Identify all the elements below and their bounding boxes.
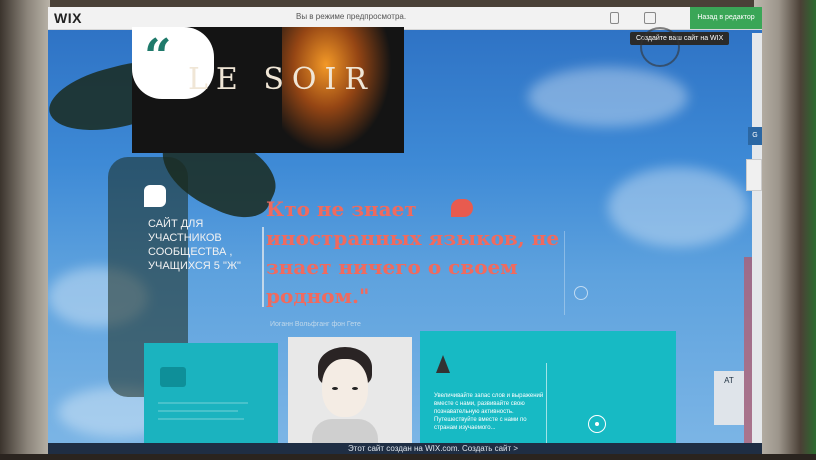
side-widget-button[interactable]: G (748, 127, 762, 145)
faded-text-line (158, 410, 238, 412)
vertical-divider (546, 363, 547, 449)
portrait-face (322, 359, 368, 417)
quote-text: Кто не знает иностранных языков, не знае… (266, 197, 560, 308)
back-to-editor-button[interactable]: Назад в редактор (690, 7, 762, 29)
circle-button-icon[interactable] (588, 415, 606, 433)
desktop-view-icon[interactable] (644, 12, 656, 24)
quote-author: Иоганн Вольфганг фон Гете (270, 321, 361, 328)
chat-bubble-icon (451, 199, 473, 217)
wix-logo[interactable]: WIX (54, 10, 82, 26)
faded-text-line (158, 418, 244, 420)
decorative-line (564, 231, 565, 315)
mobile-view-icon[interactable] (610, 12, 619, 24)
teal-info-block (144, 343, 278, 455)
faded-text-line (158, 402, 248, 404)
portrait-eye (352, 387, 358, 390)
cloud (608, 167, 748, 247)
content-block-text: Увеличивайте запас слов и выражений вмес… (434, 393, 544, 431)
site-brand-title[interactable]: LE SOIR (188, 62, 375, 97)
monitor-bezel-left (0, 0, 50, 460)
side-widget-panel[interactable] (746, 159, 762, 191)
quote-mark-icon: “ (144, 29, 172, 85)
portrait-eye (332, 387, 338, 390)
speech-bubble-icon (144, 185, 166, 207)
scrollbar[interactable] (752, 33, 762, 453)
site-description: САЙТ ДЛЯ УЧАСТНИКОВ СООБЩЕСТВА , УЧАЩИХС… (148, 218, 241, 272)
flask-icon (436, 353, 450, 373)
cloud (528, 67, 688, 127)
monitor-bezel-right (754, 0, 816, 460)
circle-decoration (640, 27, 680, 67)
preview-mode-text: Вы в режиме предпросмотра. (296, 12, 407, 21)
vertical-divider (262, 227, 264, 307)
monitor-bezel-bottom (0, 454, 816, 460)
chat-widget[interactable]: AT (714, 371, 744, 425)
portrait-photo (288, 337, 412, 455)
browser-screen: WIX Вы в режиме предпросмотра. Назад в р… (48, 7, 762, 455)
side-strip (744, 257, 752, 447)
footer-create-site-link[interactable]: Этот сайт создан на WIX.com. Создать сай… (348, 444, 518, 453)
circle-icon (574, 286, 588, 300)
briefcase-icon (160, 367, 186, 387)
